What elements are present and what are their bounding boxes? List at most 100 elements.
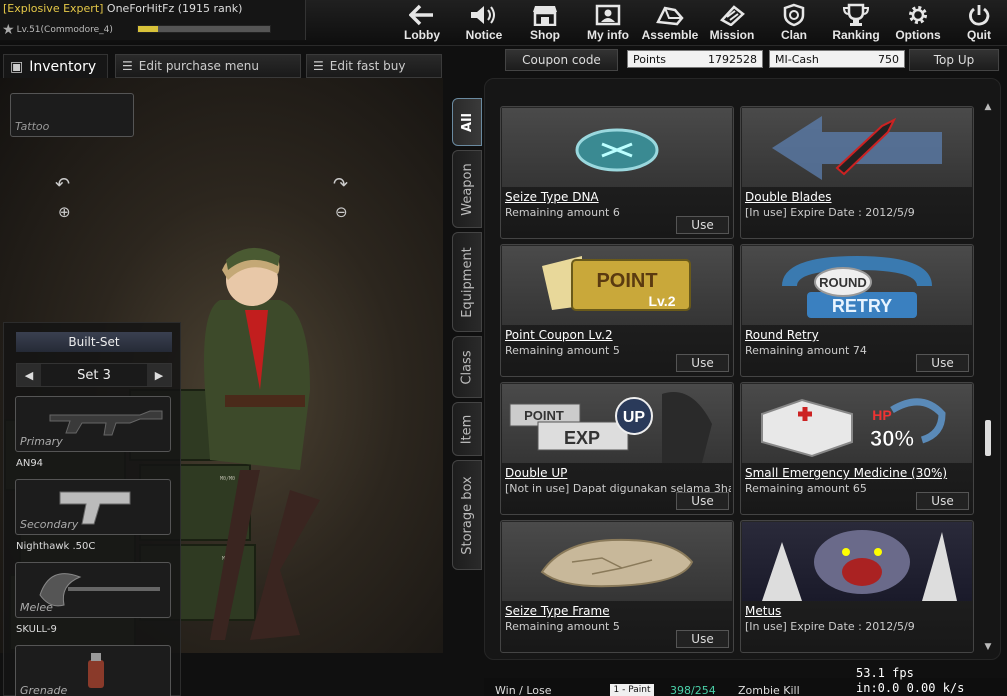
scroll-up-icon[interactable]: ▲ xyxy=(983,102,993,112)
zoom-out-icon[interactable]: ⊖ xyxy=(335,203,348,221)
primary-weapon-name: AN94 xyxy=(16,458,44,469)
points-label: Points xyxy=(633,52,667,66)
rotate-right-icon[interactable]: ↷ xyxy=(333,174,348,195)
top-bar: [Explosive Expert] OneForHitFz (1915 ran… xyxy=(0,0,1007,46)
item-name: Point Coupon Lv.2 xyxy=(505,328,613,342)
tab-category-item[interactable]: Item xyxy=(452,402,482,456)
slot-type: Melee xyxy=(20,601,53,614)
tab-category-class[interactable]: Class xyxy=(452,336,482,398)
speaker-icon xyxy=(469,2,499,28)
nav-assemble[interactable]: Assemble xyxy=(640,0,700,42)
item-name: Double UP xyxy=(505,466,568,480)
item-card[interactable]: POINT EXP UP Double UP [Not in use] Dapa… xyxy=(500,382,734,515)
item-name: Metus xyxy=(745,604,782,618)
item-card[interactable]: Seize Type DNA Remaining amount 6 Use xyxy=(500,106,734,239)
nav-shop[interactable]: Shop xyxy=(527,0,563,42)
nav-label: Assemble xyxy=(641,28,699,42)
slot-type: Primary xyxy=(20,435,63,448)
nav-label: Options xyxy=(895,28,941,42)
item-image: HP 30% xyxy=(742,384,972,463)
micash-value: 750 xyxy=(878,52,899,66)
item-card[interactable]: Seize Type Frame Remaining amount 5 Use xyxy=(500,520,734,653)
tab-edit-fast-buy[interactable]: ☰ Edit fast buy xyxy=(306,54,442,78)
back-arrow-icon xyxy=(407,2,437,28)
tab-edit-purchase-menu[interactable]: ☰ Edit purchase menu xyxy=(115,54,301,78)
nav-label: Shop xyxy=(530,28,560,42)
nav-notice[interactable]: Notice xyxy=(462,0,506,42)
item-card[interactable]: Metus [In use] Expire Date : 2012/5/9 xyxy=(740,520,974,653)
nav-ranking[interactable]: Ranking xyxy=(829,0,883,42)
tab-label: Edit purchase menu xyxy=(138,59,259,73)
item-image xyxy=(742,522,972,601)
item-image: POINT EXP UP xyxy=(502,384,732,463)
rotate-left-icon[interactable]: ↶ xyxy=(55,174,70,195)
points-display: Points 1792528 xyxy=(627,50,763,68)
item-name: Round Retry xyxy=(745,328,819,342)
top-up-button[interactable]: Top Up xyxy=(909,49,999,71)
slot-type: Grenade xyxy=(20,684,68,696)
category-label: Equipment xyxy=(459,246,475,318)
item-name: Seize Type DNA xyxy=(505,190,599,204)
grenade-slot[interactable]: Grenade xyxy=(15,645,171,696)
nav-label: Ranking xyxy=(832,28,880,42)
use-button[interactable]: Use xyxy=(676,354,729,372)
item-name: Double Blades xyxy=(745,190,832,204)
built-set-panel: Built-Set ◀ Set 3 ▶ Primary AN94 Seconda… xyxy=(3,322,181,696)
tattoo-slot[interactable]: Tattoo xyxy=(10,93,134,137)
item-art-subtext: EXP xyxy=(564,428,600,448)
use-button[interactable]: Use xyxy=(676,492,729,510)
item-card[interactable]: ROUND RETRY Round Retry Remaining amount… xyxy=(740,244,974,377)
player-rank: (1915 rank) xyxy=(177,2,243,15)
nav-label: Lobby xyxy=(404,28,440,42)
scroll-thumb[interactable] xyxy=(985,420,991,456)
nav-clan[interactable]: Clan xyxy=(777,0,811,42)
grenade-icon xyxy=(88,653,104,688)
item-card[interactable]: Double Blades [In use] Expire Date : 201… xyxy=(740,106,974,239)
power-icon xyxy=(964,2,994,28)
tab-category-storage-box[interactable]: Storage box xyxy=(452,460,482,570)
item-image xyxy=(502,108,732,187)
winlose-mode-badge[interactable]: 1 - Paint xyxy=(610,684,654,696)
tab-category-all[interactable]: All xyxy=(452,98,482,146)
nav-lobby[interactable]: Lobby xyxy=(404,0,440,42)
use-button[interactable]: Use xyxy=(676,216,729,234)
set-prev-button[interactable]: ◀ xyxy=(17,364,41,386)
nav-my-info[interactable]: My info xyxy=(583,0,633,42)
use-button[interactable]: Use xyxy=(916,492,969,510)
item-scrollbar[interactable]: ▲ ▼ xyxy=(983,102,993,652)
set-next-button[interactable]: ▶ xyxy=(146,364,171,386)
nav-label: Mission xyxy=(709,28,755,42)
nav-label: My info xyxy=(587,28,629,42)
character-model-image xyxy=(204,247,320,640)
secondary-weapon-slot[interactable]: Secondary xyxy=(15,479,171,535)
mission-icon xyxy=(717,2,747,28)
nav-options[interactable]: Options xyxy=(893,0,943,42)
gear-icon xyxy=(903,2,933,28)
coupon-code-button[interactable]: Coupon code xyxy=(505,49,618,71)
use-button[interactable]: Use xyxy=(916,354,969,372)
item-grid: Seize Type DNA Remaining amount 6 Use Do… xyxy=(484,78,1001,660)
tab-inventory[interactable]: ▣ Inventory xyxy=(3,54,108,78)
melee-weapon-slot[interactable]: Melee xyxy=(15,562,171,618)
player-title: [Explosive Expert] OneForHitFz (1915 ran… xyxy=(3,2,242,15)
slot-type: Secondary xyxy=(20,518,79,531)
item-desc: [In use] Expire Date : 2012/5/9 xyxy=(745,620,915,633)
tab-category-equipment[interactable]: Equipment xyxy=(452,232,482,332)
category-label: Item xyxy=(459,414,475,444)
item-card[interactable]: HP 30% Small Emergency Medicine (30%) Re… xyxy=(740,382,974,515)
zoom-in-icon[interactable]: ⊕ xyxy=(58,203,71,221)
item-card[interactable]: POINT Lv.2 Point Coupon Lv.2 Remaining a… xyxy=(500,244,734,377)
item-image: ROUND RETRY xyxy=(742,246,972,325)
tab-category-weapon[interactable]: Weapon xyxy=(452,150,482,228)
nav-mission[interactable]: Mission xyxy=(707,0,757,42)
nav-quit[interactable]: Quit xyxy=(962,0,996,42)
item-image xyxy=(502,522,732,601)
use-button[interactable]: Use xyxy=(676,630,729,648)
built-set-header: Built-Set xyxy=(16,332,172,352)
zombie-kill-label: Zombie Kill xyxy=(738,684,800,696)
player-name: OneForHitFz xyxy=(106,2,175,15)
tab-label: Inventory xyxy=(29,58,97,75)
scroll-down-icon[interactable]: ▼ xyxy=(983,642,993,652)
winlose-value: 398/254 xyxy=(670,684,716,696)
primary-weapon-slot[interactable]: Primary xyxy=(15,396,171,452)
